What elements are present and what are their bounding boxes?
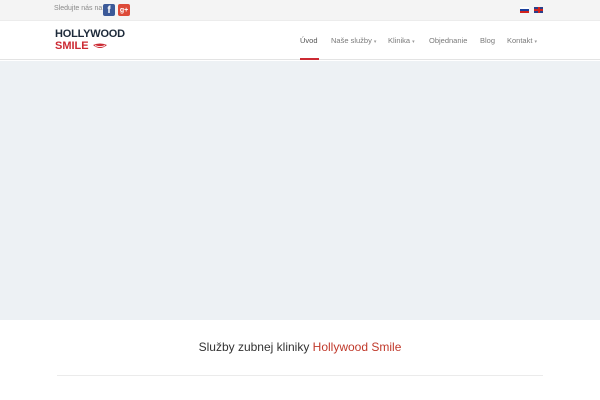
logo-text-smile: SMILE — [55, 40, 125, 52]
section-title-accent: Hollywood Smile — [312, 340, 402, 354]
site-header: HOLLYWOOD SMILE Úvod Naše služby ▾ Klinik… — [0, 22, 600, 60]
nav-item-nase-sluzby[interactable]: Naše služby ▾ — [331, 36, 376, 45]
nav-item-label: Úvod — [300, 36, 318, 45]
nav-item-objednanie[interactable]: Objednanie — [429, 36, 467, 45]
nav-item-uvod[interactable]: Úvod — [300, 36, 318, 45]
lips-icon — [92, 43, 107, 48]
facebook-icon[interactable]: f — [103, 4, 115, 16]
section-title-prefix: Služby zubnej kliniky — [198, 340, 313, 354]
nav-item-label: Naše služby — [331, 36, 372, 45]
active-nav-indicator — [300, 58, 319, 60]
site-logo[interactable]: HOLLYWOOD SMILE — [55, 28, 125, 52]
google-plus-icon[interactable]: g+ — [118, 4, 130, 16]
logo-text-hollywood: HOLLYWOOD — [55, 28, 125, 40]
nav-item-label: Blog — [480, 36, 496, 45]
nav-item-label: Objednanie — [429, 36, 468, 45]
nav-item-blog[interactable]: Blog — [480, 36, 495, 45]
top-bar: Sledujte nás na: f g+ — [0, 0, 600, 21]
follow-us-label: Sledujte nás na: — [54, 5, 105, 12]
section-title: Služby zubnej kliniky Hollywood Smile — [0, 340, 600, 354]
uk-flag-icon[interactable] — [534, 7, 543, 13]
nav-item-klinika[interactable]: Klinika ▾ — [388, 36, 415, 45]
nav-item-label: Klinika — [388, 36, 411, 45]
hero-slider-area — [0, 61, 600, 320]
section-divider — [57, 375, 543, 376]
caret-down-icon: ▾ — [373, 39, 377, 45]
logo-text-smile-label: SMILE — [55, 40, 89, 52]
nav-item-label: Kontakt — [507, 36, 533, 45]
nav-item-kontakt[interactable]: Kontakt ▾ — [507, 36, 537, 45]
caret-down-icon: ▾ — [534, 39, 537, 45]
slovak-flag-icon[interactable] — [520, 7, 529, 13]
caret-down-icon: ▾ — [412, 39, 415, 45]
